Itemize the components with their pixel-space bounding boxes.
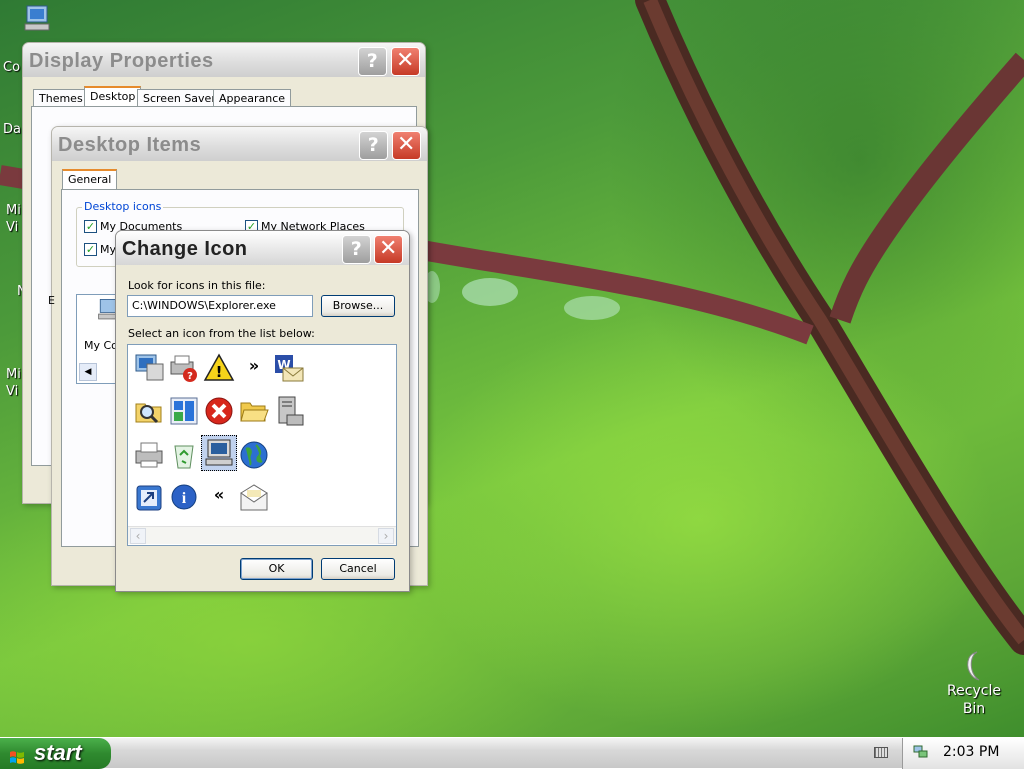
tab-themes[interactable]: Themes: [33, 89, 89, 107]
error-icon[interactable]: [201, 393, 237, 429]
arrow-left-icon: ◀: [84, 367, 92, 377]
scroll-right-button[interactable]: ›: [378, 528, 394, 544]
tab-appearance[interactable]: Appearance: [213, 89, 292, 107]
scroll-left-button[interactable]: ‹: [130, 528, 146, 544]
svg-text:?: ?: [187, 371, 193, 382]
checkbox-my-documents[interactable]: ✓: [84, 220, 97, 233]
list-label-partial: E: [48, 294, 55, 307]
checkbox-my-partial[interactable]: ✓: [84, 243, 97, 256]
close-icon: ✕: [379, 236, 398, 261]
cancel-button[interactable]: Cancel: [321, 558, 395, 580]
tab-screen-saver[interactable]: Screen Saver: [137, 89, 222, 107]
keyboard-icon[interactable]: [874, 747, 888, 758]
change-icon-titlebar[interactable]: Change Icon ? ✕: [116, 231, 409, 265]
close-icon: ✕: [397, 132, 416, 157]
look-for-icons-label: Look for icons in this file:: [128, 279, 266, 292]
window-title: Display Properties: [29, 50, 214, 72]
tab-general[interactable]: General: [62, 169, 118, 189]
svg-text:i: i: [182, 490, 187, 507]
word-document-icon[interactable]: W: [271, 350, 307, 386]
desktop-icon-my-computer[interactable]: [22, 4, 56, 38]
icon-list-scrollbar[interactable]: ‹ ›: [128, 526, 396, 544]
warning-icon[interactable]: !: [201, 350, 237, 386]
arrow-left-icon: ‹: [135, 529, 141, 543]
system-tray: 2:03 PM: [902, 738, 1024, 769]
computer-network-icon[interactable]: [131, 350, 167, 386]
svg-text:!: !: [216, 363, 223, 381]
desktop-icon-label-mi-vi-1: Mi Vi: [6, 203, 21, 235]
recycle-bin-label: Recycle Bin: [947, 683, 1001, 717]
close-button[interactable]: ✕: [374, 235, 403, 264]
taskbar: start 2:03 PM: [0, 737, 1024, 769]
windows-logo-icon: [9, 746, 25, 764]
tab-desktop[interactable]: Desktop: [84, 86, 142, 106]
monitor-icon[interactable]: [201, 435, 237, 471]
clock[interactable]: 2:03 PM: [943, 744, 999, 760]
close-button[interactable]: ✕: [391, 47, 420, 76]
desktop-icon-label-mi-vi-2: Mi Vi: [6, 367, 21, 399]
window-title: Desktop Items: [58, 134, 202, 156]
recycle-bin-icon[interactable]: [166, 437, 202, 473]
start-button[interactable]: start: [0, 738, 111, 769]
help-icon: ?: [367, 134, 380, 156]
desktop-icon-recycle-bin[interactable]: Recycle Bin: [944, 650, 1004, 718]
checkbox-my-partial-label: My: [100, 243, 117, 256]
search-folder-icon[interactable]: [131, 393, 167, 429]
desktop-icon-label-da: Da: [3, 122, 21, 137]
globe-icon[interactable]: [236, 437, 272, 473]
network-icon[interactable]: [913, 745, 929, 759]
icon-list[interactable]: ? ! » W i « ‹ ›: [127, 344, 397, 546]
preview-icon-label: My Co: [84, 339, 118, 352]
run-icon[interactable]: [131, 480, 167, 516]
help-button[interactable]: ?: [342, 235, 371, 264]
printer-help-icon[interactable]: ?: [166, 350, 202, 386]
close-icon: ✕: [396, 48, 415, 73]
arrow-right-icon: ›: [383, 529, 389, 543]
help-button[interactable]: ?: [358, 47, 387, 76]
windows-update-icon[interactable]: [166, 393, 202, 429]
display-properties-titlebar[interactable]: Display Properties ? ✕: [23, 43, 425, 77]
help-button[interactable]: ?: [359, 131, 388, 160]
back-chevron-glyph: «: [213, 484, 225, 504]
help-icon: ?: [366, 50, 379, 72]
desktop-icon-label-co: Co: [3, 60, 21, 75]
information-icon[interactable]: i: [166, 480, 202, 516]
select-icon-label: Select an icon from the list below:: [128, 327, 315, 340]
preview-scroll-left[interactable]: ◀: [79, 363, 97, 381]
recycle-bin-icon: [967, 651, 980, 681]
forward-chevron-glyph: »: [248, 355, 260, 375]
forward-chevron-icon[interactable]: »: [236, 347, 272, 383]
server-icon[interactable]: [271, 393, 307, 429]
change-icon-dialog: Change Icon ? ✕ Look for icons in this f…: [115, 230, 410, 592]
help-icon: ?: [350, 238, 363, 260]
mail-icon[interactable]: [236, 480, 272, 516]
desktop-icons-group-label: Desktop icons: [82, 200, 164, 213]
browse-button[interactable]: Browse...: [321, 295, 395, 317]
start-label: start: [34, 740, 82, 765]
file-path-value: C:\WINDOWS\Explorer.exe: [132, 299, 276, 312]
ok-button[interactable]: OK: [240, 558, 313, 580]
open-folder-icon[interactable]: [236, 393, 272, 429]
close-button[interactable]: ✕: [392, 131, 421, 160]
printer-icon[interactable]: [131, 437, 167, 473]
back-chevron-icon[interactable]: «: [201, 476, 237, 512]
dialog-title: Change Icon: [122, 238, 248, 260]
file-path-field[interactable]: C:\WINDOWS\Explorer.exe: [127, 295, 313, 317]
desktop-items-titlebar[interactable]: Desktop Items ? ✕: [52, 127, 427, 161]
computer-icon: [24, 5, 50, 31]
